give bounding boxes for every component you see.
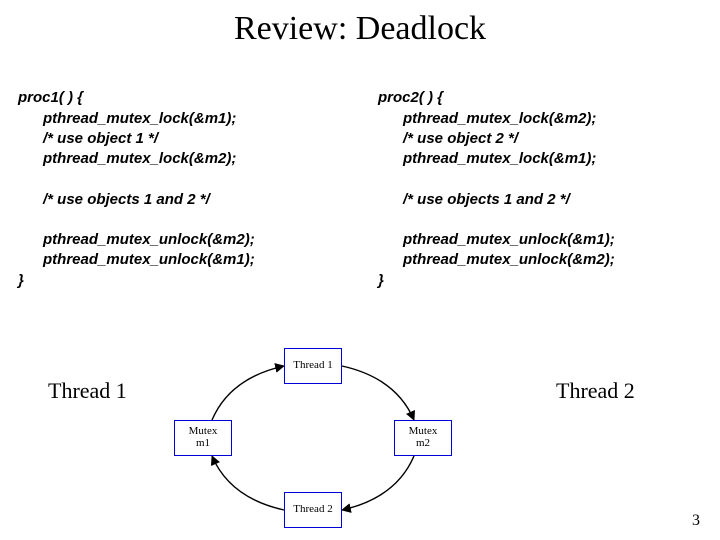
proc2-l9: } xyxy=(378,272,384,289)
proc2-l0: proc2( ) { xyxy=(378,89,443,106)
thread2-label: Thread 2 xyxy=(556,378,635,404)
proc2-code: proc2( ) { pthread_mutex_lock(&m2); /* u… xyxy=(378,68,718,291)
deadlock-diagram: Thread 1 Thread 2 Mutexm1 Mutexm2 xyxy=(168,348,458,538)
proc2-l2: /* use object 2 */ xyxy=(378,130,518,147)
diagram-right-l1: Mutex xyxy=(409,425,438,437)
slide-number: 3 xyxy=(692,512,700,530)
proc1-l9: } xyxy=(18,272,24,289)
proc1-l7: pthread_mutex_unlock(&m2); xyxy=(18,231,255,248)
proc2-l7: pthread_mutex_unlock(&m1); xyxy=(378,231,615,248)
proc1-code: proc1( ) { pthread_mutex_lock(&m1); /* u… xyxy=(18,68,358,291)
proc2-l1: pthread_mutex_lock(&m2); xyxy=(378,110,596,127)
diagram-top-label: Thread 1 xyxy=(293,360,332,372)
thread1-label: Thread 1 xyxy=(48,378,127,404)
proc2-l5: /* use objects 1 and 2 */ xyxy=(378,191,570,208)
proc1-l3: pthread_mutex_lock(&m2); xyxy=(18,150,236,167)
diagram-box-mutex-m1: Mutexm1 xyxy=(174,420,232,456)
diagram-bottom-label: Thread 2 xyxy=(293,504,332,516)
page-title: Review: Deadlock xyxy=(0,10,720,48)
diagram-left-l1: Mutex xyxy=(189,425,218,437)
diagram-box-mutex-m2: Mutexm2 xyxy=(394,420,452,456)
slide: Review: Deadlock proc1( ) { pthread_mute… xyxy=(0,0,720,540)
proc2-l3: pthread_mutex_lock(&m1); xyxy=(378,150,596,167)
proc1-l1: pthread_mutex_lock(&m1); xyxy=(18,110,236,127)
proc1-l2: /* use object 1 */ xyxy=(18,130,158,147)
proc1-l0: proc1( ) { xyxy=(18,89,83,106)
diagram-box-thread2: Thread 2 xyxy=(284,492,342,528)
diagram-right-l2: m2 xyxy=(416,437,430,449)
proc2-l8: pthread_mutex_unlock(&m2); xyxy=(378,251,615,268)
diagram-box-thread1: Thread 1 xyxy=(284,348,342,384)
proc1-l5: /* use objects 1 and 2 */ xyxy=(18,191,210,208)
diagram-left-l2: m1 xyxy=(196,437,210,449)
proc1-l8: pthread_mutex_unlock(&m1); xyxy=(18,251,255,268)
